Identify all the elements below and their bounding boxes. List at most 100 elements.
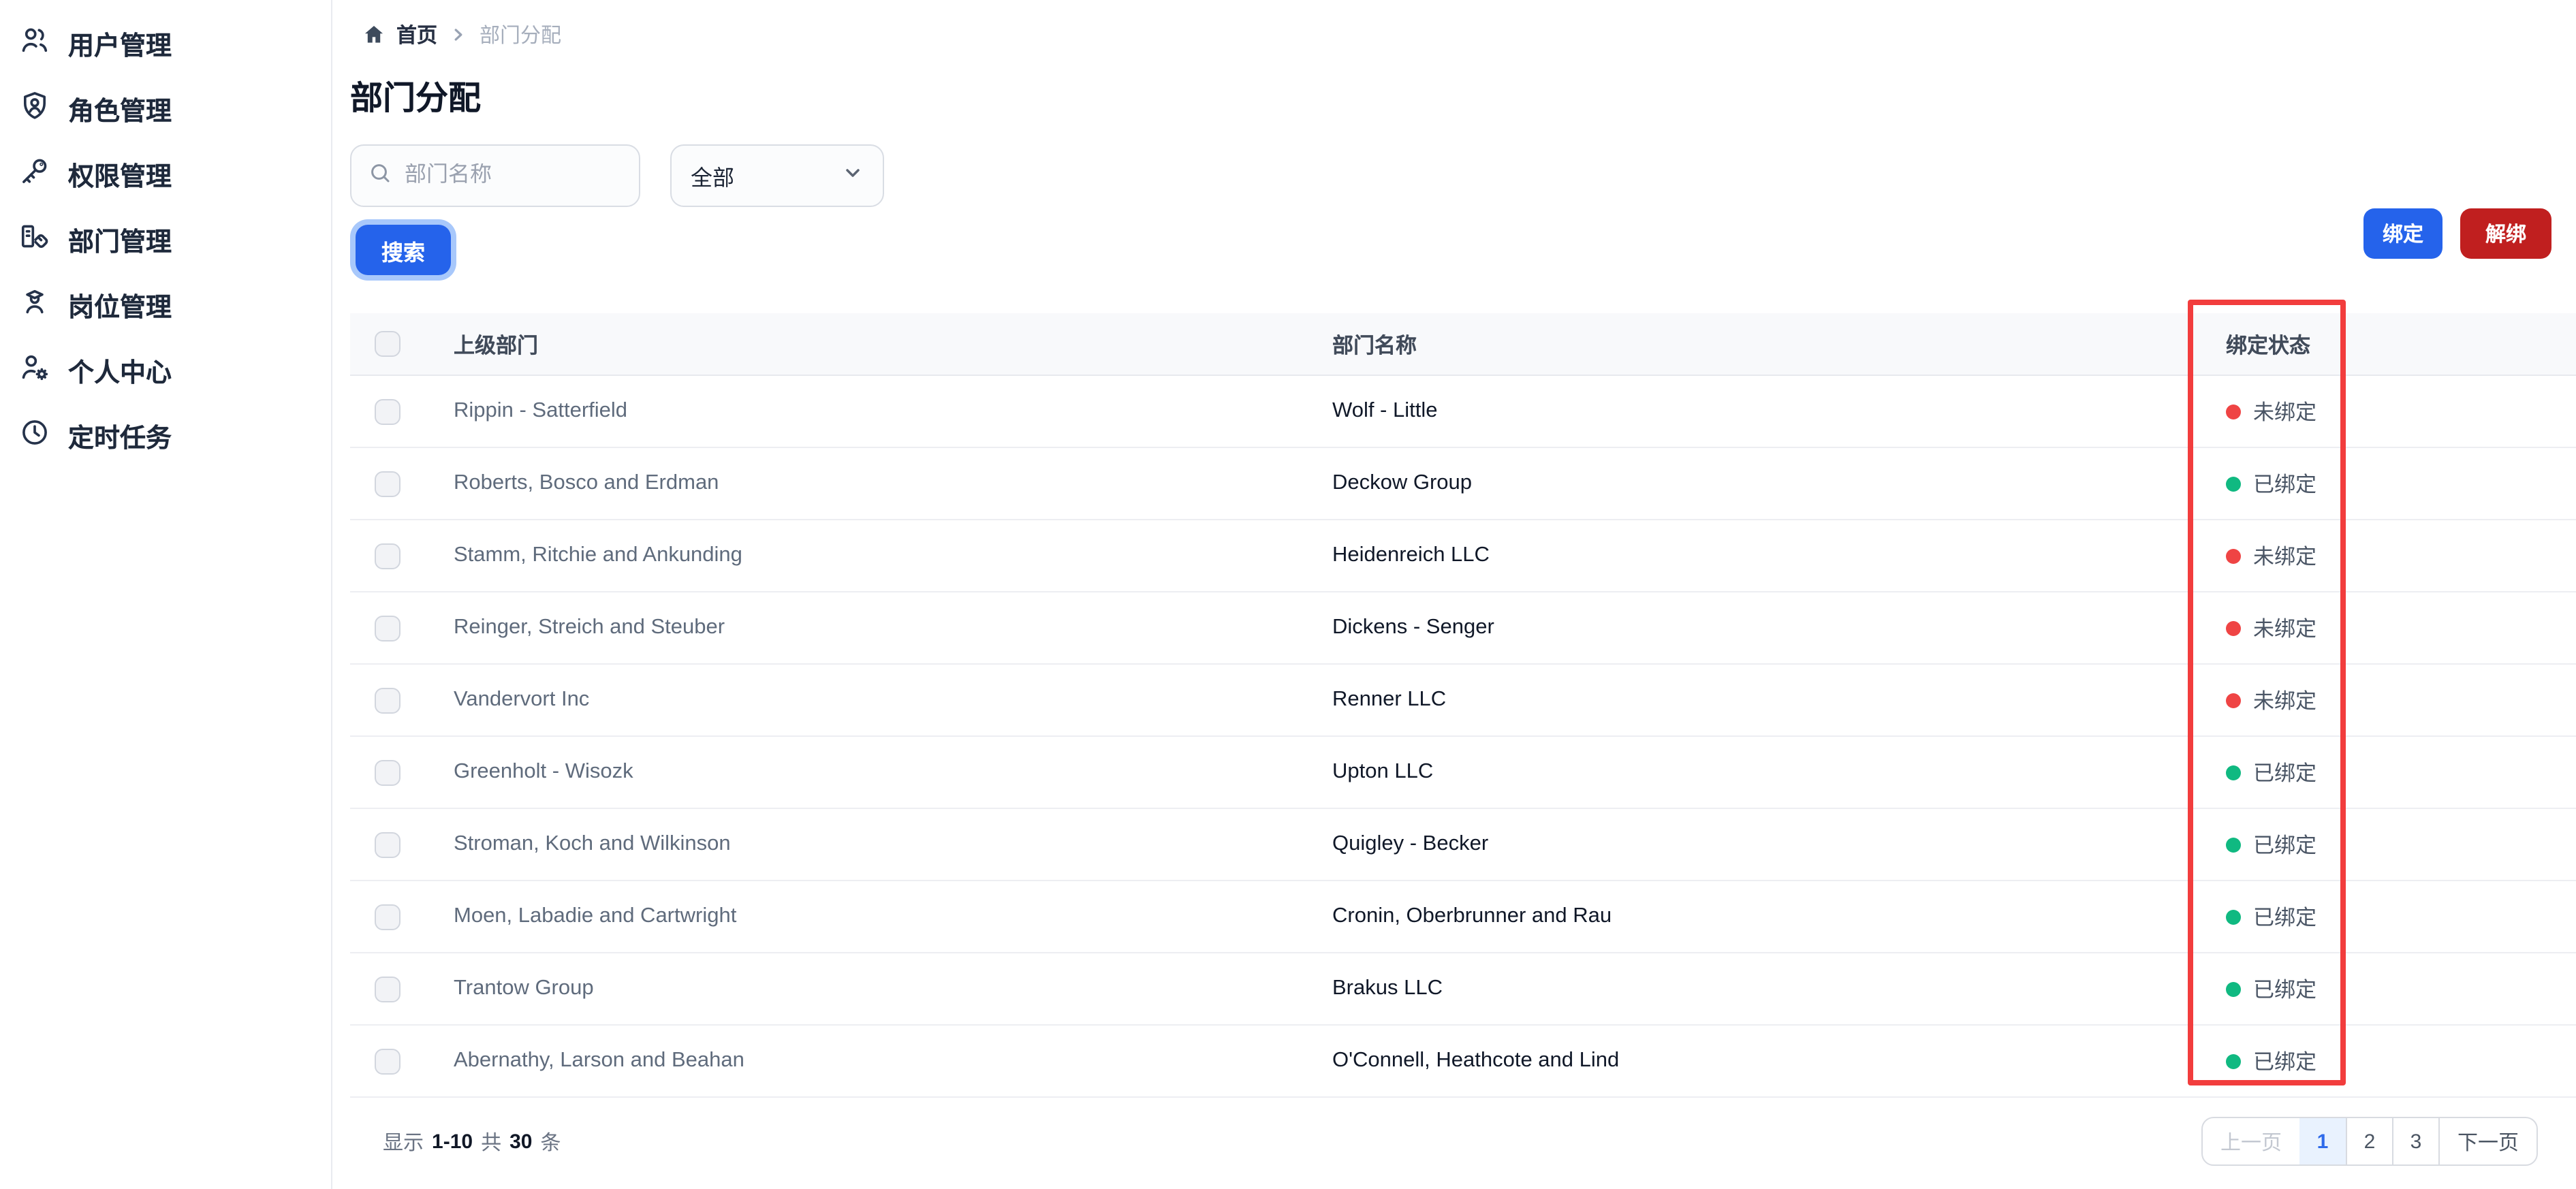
status-dot (2226, 620, 2241, 635)
row-checkbox[interactable] (375, 1048, 400, 1074)
status-dot (2226, 693, 2241, 708)
sidebar-item-6[interactable]: 个人中心 (0, 338, 331, 403)
position-icon (19, 285, 50, 325)
row-name: Wolf - Little (1332, 399, 1438, 422)
row-status: 未绑定 (2226, 541, 2576, 571)
search-icon (368, 160, 392, 191)
row-name: Cronin, Oberbrunner and Rau (1332, 904, 1612, 928)
sidebar-item-label: 权限管理 (68, 163, 172, 191)
table-row: Stroman, Koch and Wilkinson Quigley - Be… (350, 809, 2576, 881)
row-status-label: 未绑定 (2253, 546, 2317, 569)
breadcrumb: 首页 部门分配 (362, 19, 2576, 49)
row-status: 已绑定 (2226, 757, 2576, 787)
row-checkbox[interactable] (375, 471, 400, 496)
breadcrumb-home-link[interactable]: 首页 (362, 20, 437, 48)
sidebar-item-label: 角色管理 (68, 97, 172, 126)
row-parent: Roberts, Bosco and Erdman (454, 471, 719, 494)
row-checkbox[interactable] (375, 904, 400, 930)
row-status-label: 已绑定 (2253, 907, 2317, 930)
row-checkbox[interactable] (375, 831, 400, 857)
row-parent: Stamm, Ritchie and Ankunding (454, 543, 742, 567)
row-checkbox[interactable] (375, 398, 400, 424)
row-status-label: 已绑定 (2253, 1051, 2317, 1075)
main-content: 首页 部门分配 部门分配 全部 (332, 0, 2576, 1189)
sidebar-item-label: 部门管理 (68, 228, 172, 257)
row-parent: Abernathy, Larson and Beahan (454, 1049, 744, 1072)
row-checkbox-cell (350, 687, 454, 713)
row-status: 已绑定 (2226, 1046, 2576, 1076)
shield-user-icon (19, 89, 50, 129)
table-row: Abernathy, Larson and Beahan O'Connell, … (350, 1026, 2576, 1098)
summary-join: 共 (481, 1131, 502, 1154)
row-name: Heidenreich LLC (1332, 543, 1490, 567)
sidebar-item-3[interactable]: 权限管理 (0, 142, 331, 207)
page-button-3[interactable]: 3 (2391, 1118, 2438, 1164)
row-checkbox[interactable] (375, 543, 400, 569)
row-checkbox[interactable] (375, 615, 400, 641)
column-header-parent: 上级部门 (454, 334, 539, 358)
page-title: 部门分配 (350, 80, 481, 117)
filter-bar: 全部 (350, 144, 2576, 207)
sidebar: 用户管理角色管理权限管理部门管理岗位管理 个人中心定时任务 (0, 0, 332, 1189)
row-checkbox[interactable] (375, 687, 400, 713)
row-status-label: 已绑定 (2253, 763, 2317, 786)
search-button[interactable]: 搜索 (356, 225, 452, 275)
row-status: 未绑定 (2226, 396, 2576, 426)
status-dot (2226, 765, 2241, 780)
row-name: Quigley - Becker (1332, 832, 1489, 855)
status-dot (2226, 548, 2241, 563)
row-status: 已绑定 (2226, 902, 2576, 932)
sidebar-item-7[interactable]: 定时任务 (0, 403, 331, 469)
row-status-label: 未绑定 (2253, 618, 2317, 641)
bind-button[interactable]: 绑定 (2363, 208, 2443, 259)
next-page-button[interactable]: 下一页 (2438, 1118, 2536, 1164)
row-parent: Trantow Group (454, 977, 594, 1000)
department-icon (19, 220, 50, 259)
home-icon (362, 22, 386, 46)
status-dot (2226, 981, 2241, 996)
row-status: 已绑定 (2226, 469, 2576, 498)
previous-page-button[interactable]: 上一页 (2203, 1118, 2299, 1164)
page-button-1[interactable]: 1 (2299, 1118, 2346, 1164)
page-button-2[interactable]: 2 (2345, 1118, 2392, 1164)
row-parent: Rippin - Satterfield (454, 399, 628, 422)
table-row: Roberts, Bosco and Erdman Deckow Group 已… (350, 448, 2576, 520)
row-status-label: 已绑定 (2253, 979, 2317, 1002)
row-name: Deckow Group (1332, 471, 1473, 494)
table-row: Moen, Labadie and Cartwright Cronin, Obe… (350, 881, 2576, 953)
table-row: Rippin - Satterfield Wolf - Little 未绑定 (350, 376, 2576, 448)
users-icon (19, 24, 50, 63)
row-checkbox-cell (350, 904, 454, 930)
clock-icon (19, 416, 50, 456)
breadcrumb-home-label: 首页 (396, 24, 438, 47)
status-filter-select[interactable]: 全部 (670, 144, 884, 207)
department-name-input[interactable] (405, 163, 623, 188)
sidebar-item-2[interactable]: 角色管理 (0, 76, 331, 142)
header-checkbox-cell (350, 331, 454, 357)
row-checkbox-cell (350, 831, 454, 857)
row-status: 未绑定 (2226, 613, 2576, 643)
row-checkbox-cell (350, 398, 454, 424)
row-name: Renner LLC (1332, 688, 1447, 711)
column-header-status: 绑定状态 (2226, 334, 2311, 358)
row-parent: Stroman, Koch and Wilkinson (454, 832, 731, 855)
unbind-button[interactable]: 解绑 (2460, 208, 2551, 259)
row-checkbox[interactable] (375, 976, 400, 1002)
row-checkbox[interactable] (375, 759, 400, 785)
summary-unit: 条 (540, 1131, 561, 1154)
status-dot (2226, 404, 2241, 419)
sidebar-item-1[interactable]: 用户管理 (0, 11, 331, 76)
sidebar-item-4[interactable]: 部门管理 (0, 207, 331, 272)
row-name: Brakus LLC (1332, 977, 1443, 1000)
row-parent: Greenholt - Wisozk (454, 760, 633, 783)
sidebar-item-label: 定时任务 (68, 424, 172, 453)
app-window: 用户管理角色管理权限管理部门管理岗位管理 个人中心定时任务 首页 部门分配 部门分… (0, 0, 2576, 1189)
status-dot (2226, 1053, 2241, 1068)
breadcrumb-current: 部门分配 (480, 24, 562, 47)
user-gear-icon (19, 351, 50, 390)
select-all-checkbox[interactable] (375, 331, 400, 357)
sidebar-item-5[interactable]: 岗位管理 (0, 272, 331, 338)
departments-table: 上级部门 部门名称 绑定状态 Rippin - Satterfield Wolf… (350, 313, 2576, 1098)
table-header-row: 上级部门 部门名称 绑定状态 (350, 313, 2576, 376)
chevron-right-icon (450, 25, 467, 43)
